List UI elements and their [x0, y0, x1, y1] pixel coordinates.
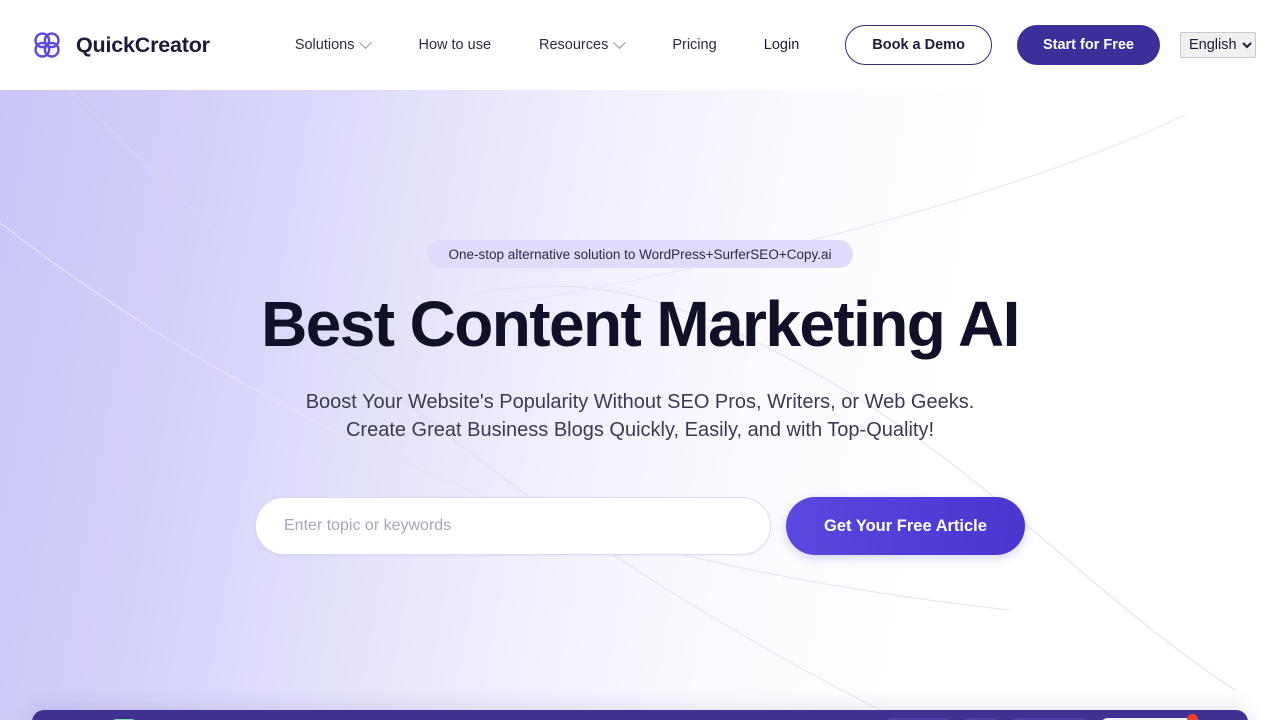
- topic-keywords-input[interactable]: [255, 497, 771, 555]
- hero-content: One-stop alternative solution to WordPre…: [0, 90, 1280, 555]
- quickcreator-clover-logo-icon: [32, 30, 62, 60]
- hero-subtitle: Boost Your Website's Popularity Without …: [306, 388, 975, 444]
- hero-title: Best Content Marketing AI: [261, 288, 1020, 360]
- nav-item-solutions[interactable]: Solutions: [294, 29, 373, 61]
- nav-label-resources: Resources: [539, 37, 609, 53]
- chevron-down-icon: [613, 35, 627, 49]
- editor-preview-card: 2024 Content Marketing Trends: Embracing…: [32, 710, 1248, 720]
- publish-notification-badge: [1187, 714, 1198, 720]
- nav-item-how-to-use[interactable]: How to use: [418, 29, 491, 61]
- header-actions: Login Book a Demo Start for Free English: [764, 25, 1256, 65]
- hero-subtitle-line-1: Boost Your Website's Popularity Without …: [305, 391, 975, 413]
- hero-section: One-stop alternative solution to WordPre…: [0, 90, 1280, 720]
- nav-item-resources[interactable]: Resources: [539, 29, 627, 61]
- main-navigation: Solutions How to use Resources Pricing: [295, 29, 717, 61]
- nav-label-how-to-use: How to use: [418, 37, 492, 53]
- start-for-free-button[interactable]: Start for Free: [1016, 25, 1160, 65]
- editor-toolbar: 2024 Content Marketing Trends: Embracing…: [32, 710, 1248, 720]
- hero-search-form: Get Your Free Article: [255, 497, 1025, 555]
- nav-label-solutions: Solutions: [294, 37, 355, 53]
- nav-label-pricing: Pricing: [672, 37, 717, 53]
- nav-item-pricing[interactable]: Pricing: [672, 29, 716, 61]
- chevron-down-icon: [359, 35, 373, 49]
- login-link[interactable]: Login: [764, 37, 799, 53]
- brand-logo[interactable]: QuickCreator: [32, 30, 210, 60]
- language-select[interactable]: English: [1180, 32, 1256, 58]
- hero-badge: One-stop alternative solution to WordPre…: [426, 240, 854, 268]
- book-a-demo-button[interactable]: Book a Demo: [845, 25, 992, 65]
- hero-subtitle-line-2: Create Great Business Blogs Quickly, Eas…: [345, 419, 934, 441]
- site-header: QuickCreator Solutions How to use Resour…: [0, 0, 1280, 90]
- brand-name: QuickCreator: [76, 32, 210, 57]
- get-free-article-button[interactable]: Get Your Free Article: [786, 497, 1025, 555]
